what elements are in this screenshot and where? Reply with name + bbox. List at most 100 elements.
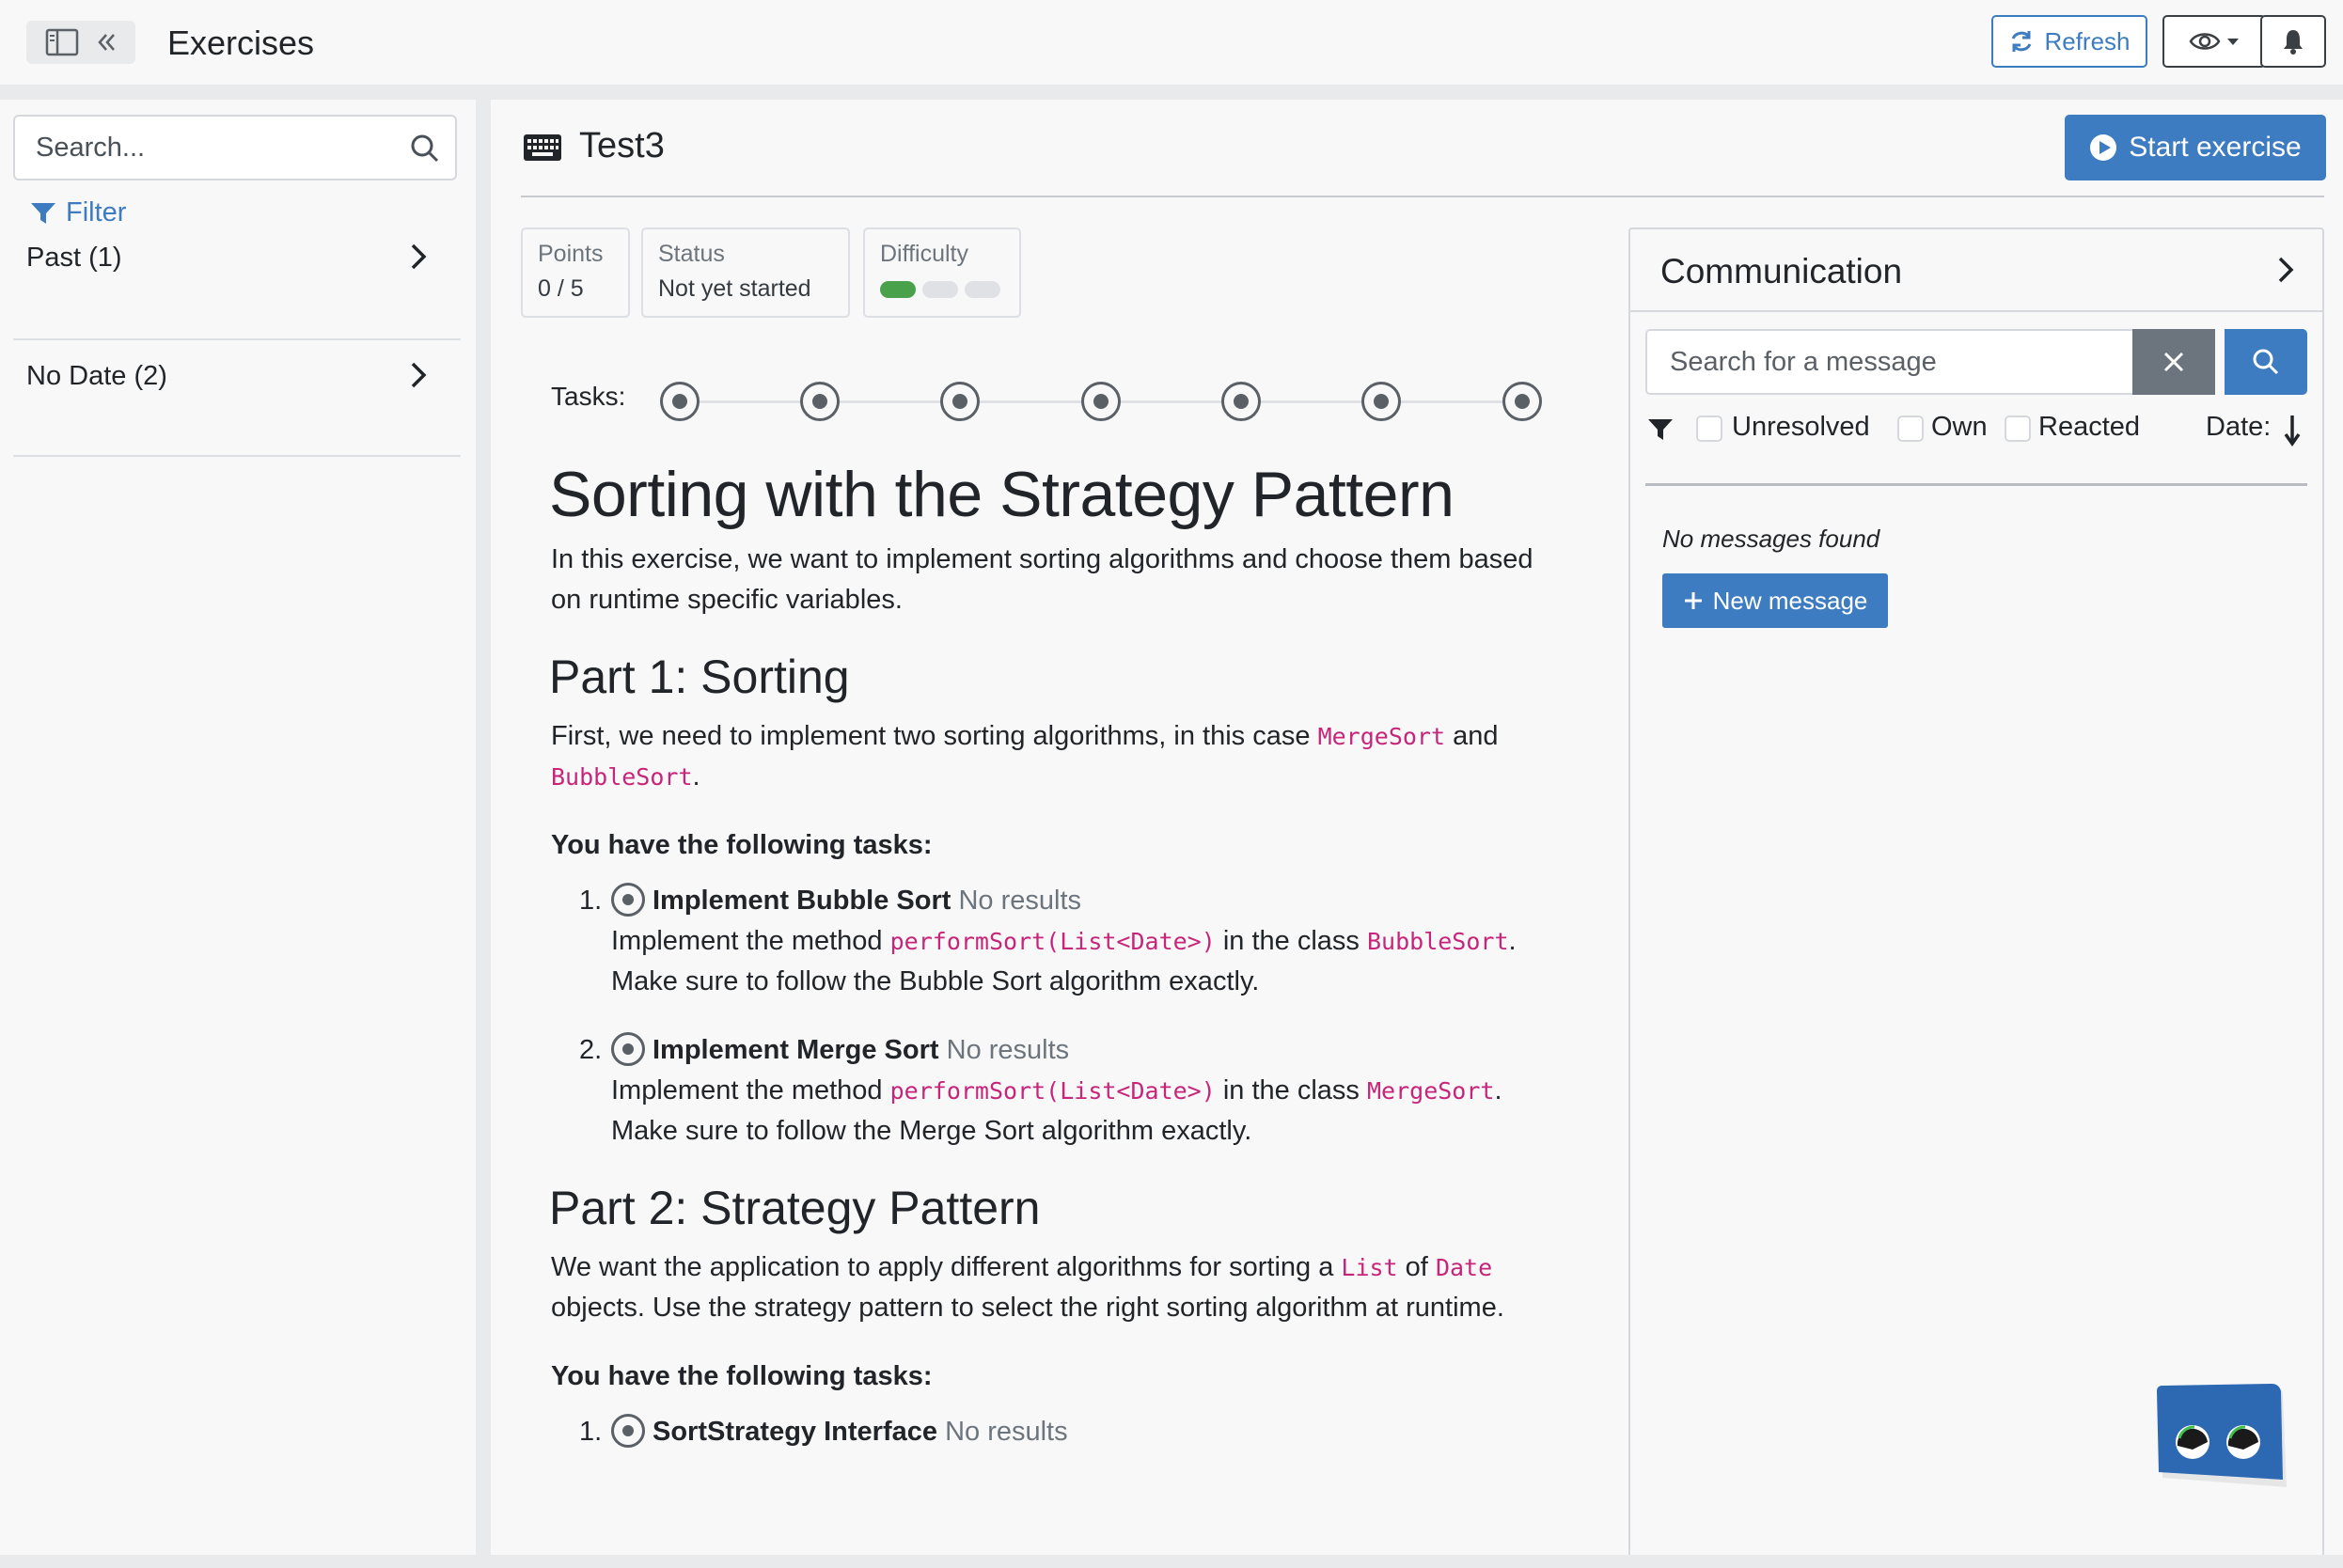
difficulty-bar xyxy=(965,281,1000,298)
collapse-icon xyxy=(98,34,115,51)
part2-heading: Part 2: Strategy Pattern xyxy=(549,1182,1041,1234)
message-search-input[interactable] xyxy=(1647,331,2132,393)
group-label: No Date (2) xyxy=(26,361,167,391)
sidebar-icon xyxy=(45,28,79,56)
task-result-status[interactable]: No results xyxy=(945,1417,1068,1447)
communication-title: Communication xyxy=(1660,252,1903,290)
text: objects. Use the strategy pattern to sel… xyxy=(551,1293,1504,1323)
status-card: Status Not yet started xyxy=(641,227,850,318)
start-exercise-button[interactable]: Start exercise xyxy=(2065,115,2326,180)
part1-heading: Part 1: Sorting xyxy=(549,651,850,703)
group-no-date[interactable]: No Date (2) xyxy=(13,340,461,457)
task-status-icon[interactable] xyxy=(611,1032,645,1066)
text: . xyxy=(692,761,700,792)
view-mode-dropdown[interactable] xyxy=(2162,15,2266,68)
new-message-label: New message xyxy=(1712,586,1868,615)
exercise-main: Test3 Start exercise Points 0 / 5 Status… xyxy=(491,100,2343,1555)
own-label: Own xyxy=(1931,412,1988,442)
clear-search-button[interactable] xyxy=(2132,329,2215,395)
task-status-icon[interactable] xyxy=(611,1414,645,1448)
code-class: MergeSort xyxy=(1366,1077,1495,1105)
unresolved-checkbox[interactable] xyxy=(1696,416,1722,442)
play-circle-icon xyxy=(2090,134,2117,161)
task-result-status[interactable]: No results xyxy=(958,886,1081,916)
difficulty-key: Difficulty xyxy=(880,241,969,267)
tasks-label: Tasks: xyxy=(551,382,626,411)
difficulty-bar xyxy=(880,281,916,298)
group-past[interactable]: Past (1) xyxy=(13,222,461,340)
no-messages-text: No messages found xyxy=(1662,525,1880,553)
text: Implement the method xyxy=(611,1075,890,1105)
communication-panel: Communication Unresolved xyxy=(1628,227,2324,1555)
text: in the class xyxy=(1215,926,1367,956)
divider xyxy=(1645,483,2307,486)
arrow-down-icon[interactable] xyxy=(2283,414,2302,447)
text: in the class xyxy=(1215,1075,1367,1105)
reacted-checkbox[interactable] xyxy=(2005,416,2031,442)
text: Implement the method xyxy=(611,926,890,956)
part1-text: First, we need to implement two sorting … xyxy=(551,716,1548,797)
refresh-label: Refresh xyxy=(2044,26,2131,55)
filter-icon xyxy=(1648,419,1673,440)
exercise-search-box xyxy=(13,115,457,180)
message-search-box xyxy=(1645,329,2132,395)
code-mergesort: MergeSort xyxy=(1317,723,1446,750)
task-item: 2. Implement Merge Sort No results Imple… xyxy=(551,1030,1548,1152)
difficulty-bars xyxy=(880,281,1004,298)
exercise-search-input[interactable] xyxy=(15,117,391,179)
task-step-2[interactable] xyxy=(800,382,840,421)
top-bar: Exercises Refresh xyxy=(0,0,2343,85)
status-key: Status xyxy=(658,241,725,267)
refresh-button[interactable]: Refresh xyxy=(1991,15,2147,68)
text: of xyxy=(1397,1252,1436,1282)
problem-statement: Sorting with the Strategy Pattern In thi… xyxy=(549,457,1548,1481)
eye-icon xyxy=(2189,33,2221,50)
task-step-7[interactable] xyxy=(1502,382,1542,421)
mascot-assistant-icon[interactable] xyxy=(2153,1384,2294,1497)
page-title: Exercises xyxy=(167,24,315,62)
task-step-4[interactable] xyxy=(1081,382,1121,421)
intro-text: In this exercise, we want to implement s… xyxy=(551,544,1533,615)
date-sort-label: Date: xyxy=(2206,412,2272,442)
code-method: performSort(List<Date>) xyxy=(889,928,1216,955)
task-step-1[interactable] xyxy=(660,382,700,421)
task-step-3[interactable] xyxy=(940,382,980,421)
chevron-right-icon xyxy=(411,362,427,388)
task-step-6[interactable] xyxy=(1361,382,1401,421)
points-value: 0 / 5 xyxy=(538,275,584,302)
own-checkbox[interactable] xyxy=(1897,416,1924,442)
task-item: 1. Implement Bubble Sort No results Impl… xyxy=(551,881,1548,1002)
message-search-button[interactable] xyxy=(2225,329,2307,395)
exercise-title: Test3 xyxy=(579,126,665,165)
bell-icon xyxy=(2284,30,2303,55)
text: . xyxy=(1494,1075,1502,1105)
part2-text: We want the application to apply differe… xyxy=(551,1247,1548,1328)
tasks-heading-text: You have the following tasks: xyxy=(551,830,933,860)
reacted-label: Reacted xyxy=(2038,412,2141,442)
code-list: List xyxy=(1341,1254,1398,1281)
chevron-right-icon[interactable] xyxy=(2277,256,2294,284)
caret-down-icon xyxy=(2227,39,2239,45)
divider xyxy=(1630,310,2322,312)
code-method: performSort(List<Date>) xyxy=(889,1077,1216,1105)
text: Make sure to follow the Bubble Sort algo… xyxy=(611,966,1260,996)
divider xyxy=(521,196,2324,197)
task-status-icon[interactable] xyxy=(611,883,645,917)
notifications-button[interactable] xyxy=(2260,15,2326,68)
task-step-5[interactable] xyxy=(1221,382,1261,421)
code-bubblesort: BubbleSort xyxy=(551,763,693,791)
search-icon[interactable] xyxy=(410,133,440,164)
text: . xyxy=(1508,926,1517,956)
text: Make sure to follow the Merge Sort algor… xyxy=(611,1116,1252,1146)
code-class: BubbleSort xyxy=(1366,928,1509,955)
text: We want the application to apply differe… xyxy=(551,1252,1342,1282)
new-message-button[interactable]: New message xyxy=(1662,573,1888,628)
task-number: 2. xyxy=(579,1035,603,1065)
start-exercise-label: Start exercise xyxy=(2129,132,2302,163)
tasks-heading: You have the following tasks: xyxy=(551,1356,1548,1397)
task-number: 1. xyxy=(579,886,603,916)
sidebar-toggle-button[interactable] xyxy=(26,21,135,64)
text: First, we need to implement two sorting … xyxy=(551,721,1318,751)
exercise-sidebar: Filter Past (1) No Date (2) xyxy=(0,100,476,1555)
task-result-status[interactable]: No results xyxy=(947,1035,1070,1065)
